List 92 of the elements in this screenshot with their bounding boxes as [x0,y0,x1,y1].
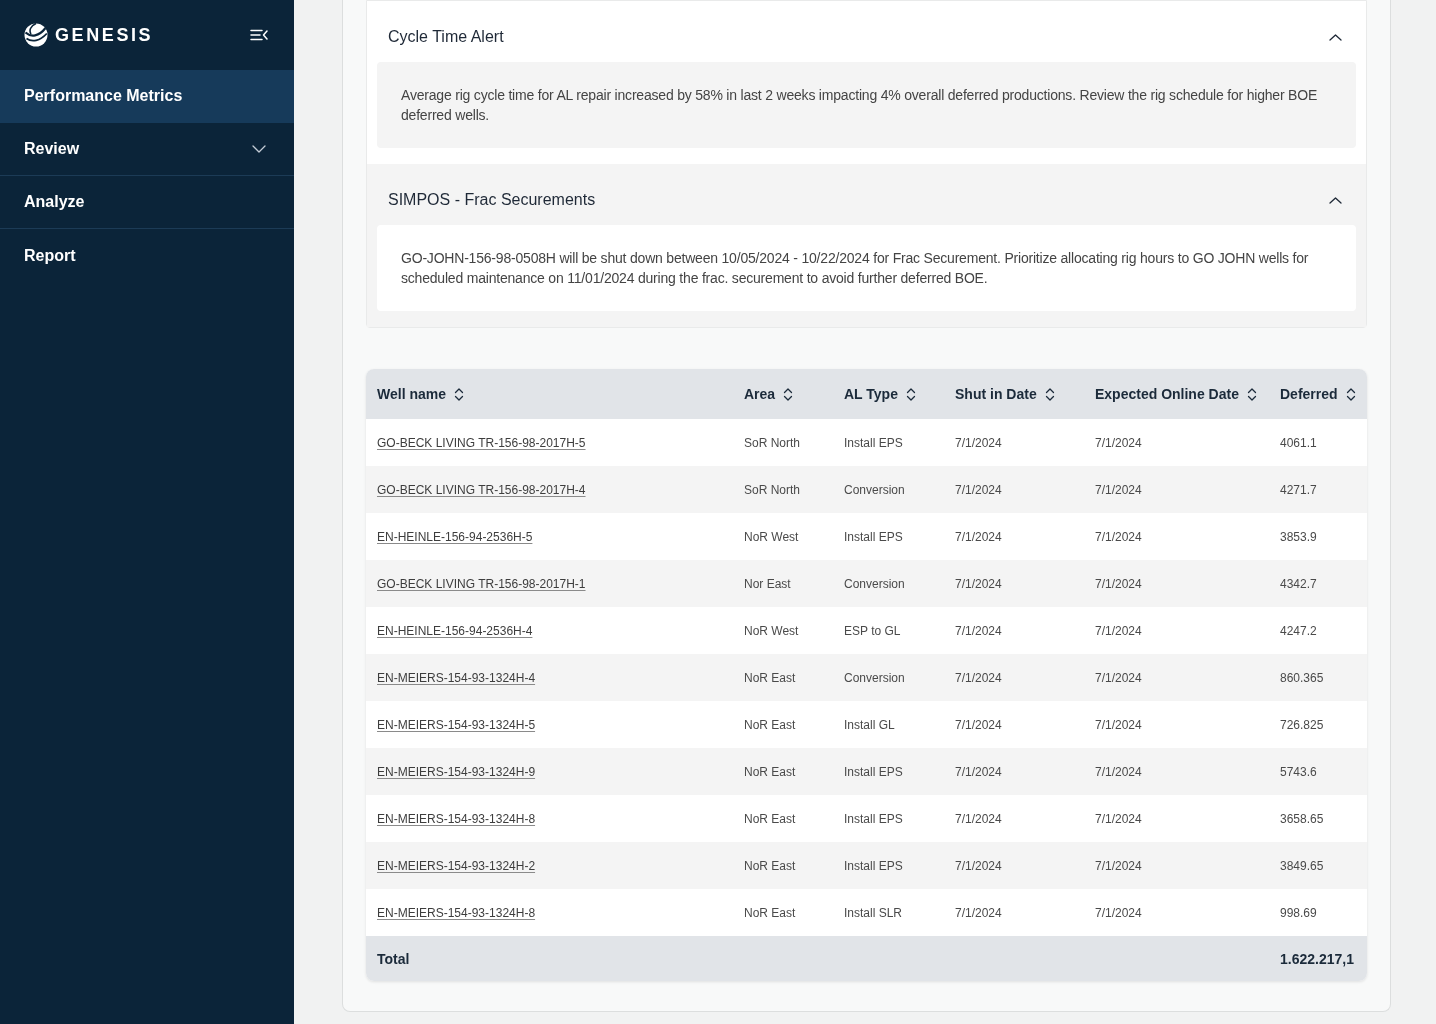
table-cell: Install EPS [844,811,903,826]
accordion-header[interactable]: SIMPOS - Frac Securements [367,164,1366,225]
table-cell: Install EPS [844,858,903,873]
table-cell: 7/1/2024 [955,717,1002,732]
column-header[interactable]: Area [744,386,794,402]
well-name-link[interactable]: EN-HEINLE-156-94-2536H-4 [377,623,533,638]
table-cell: NoR West [744,529,799,544]
total-label: Total [377,950,410,967]
table-cell: 7/1/2024 [955,764,1002,779]
table-cell: Nor East [744,576,791,591]
table-cell: 3853.9 [1280,529,1317,544]
table-cell: Install EPS [844,764,903,779]
table-cell: 7/1/2024 [1095,435,1142,450]
table-cell: 4342.7 [1280,576,1317,591]
well-name-link[interactable]: EN-MEIERS-154-93-1324H-5 [377,717,536,732]
table-cell: Install EPS [844,435,903,450]
table-cell: 7/1/2024 [1095,905,1142,920]
table-cell: NoR East [744,764,796,779]
column-header[interactable]: Expected Online Date [1095,386,1257,402]
table-cell: 7/1/2024 [955,905,1002,920]
brand-name: GENESIS [55,24,154,46]
sidebar-item[interactable]: Report [0,229,294,282]
accordion-header[interactable]: Cycle Time Alert [367,1,1366,62]
well-name-link[interactable]: GO-BECK LIVING TR-156-98-2017H-1 [377,576,586,591]
sort-icon[interactable] [1345,386,1356,402]
sort-icon[interactable] [1246,386,1257,402]
table-cell: 7/1/2024 [1095,811,1142,826]
table-cell: Install EPS [844,529,903,544]
well-name-link[interactable]: GO-BECK LIVING TR-156-98-2017H-5 [377,435,586,450]
table-cell: 7/1/2024 [955,435,1002,450]
chevron-down-icon[interactable] [252,145,266,153]
well-name-link[interactable]: EN-MEIERS-154-93-1324H-4 [377,670,536,685]
column-header[interactable]: Deferred [1280,386,1356,402]
table-cell: 3658.65 [1280,811,1324,826]
table-cell: Conversion [844,576,905,591]
column-header[interactable]: AL Type [844,386,916,402]
table-cell: SoR North [744,435,801,450]
table-cell: 7/1/2024 [955,858,1002,873]
well-name-link[interactable]: EN-MEIERS-154-93-1324H-2 [377,858,536,873]
collapse-menu-icon[interactable] [250,29,268,41]
table-cell: NoR East [744,811,796,826]
well-name-link[interactable]: EN-MEIERS-154-93-1324H-8 [377,905,536,920]
table-cell: 7/1/2024 [1095,764,1142,779]
table-cell: 7/1/2024 [1095,670,1142,685]
table-cell: 7/1/2024 [1095,858,1142,873]
table-cell: 7/1/2024 [955,670,1002,685]
sort-icon[interactable] [905,386,916,402]
table-cell: 860.365 [1280,670,1324,685]
well-name-link[interactable]: EN-MEIERS-154-93-1324H-8 [377,811,536,826]
table-cell: NoR East [744,858,796,873]
table-cell: 7/1/2024 [1095,482,1142,497]
table-cell: NoR East [744,717,796,732]
alert-message: Average rig cycle time for AL repair increased by 58% in last 2 weeks impacting 4% overall deferred productions. Review the rig schedule for higher BOE deferred wells. [377,62,1356,148]
chevron-up-icon[interactable] [1329,196,1342,204]
table-cell: 4247.2 [1280,623,1317,638]
chevron-up-icon[interactable] [1329,33,1342,41]
table-cell: 7/1/2024 [955,482,1002,497]
column-header[interactable]: Shut in Date [955,386,1055,402]
table-cell: NoR West [744,623,799,638]
total-value: 1.622.217,1 [1280,950,1354,967]
table-cell: NoR East [744,905,796,920]
alert-message: GO-JOHN-156-98-0508H will be shut down between 10/05/2024 - 10/22/2024 for Frac Securement. Prioritize allocating rig hours to GO JOHN wells for scheduled maintenance on 11/01/2024 during the frac. securement to avoid further deferred BOE. [377,225,1356,311]
well-name-link[interactable]: EN-HEINLE-156-94-2536H-5 [377,529,533,544]
table-cell: Conversion [844,670,905,685]
table-cell: 7/1/2024 [1095,576,1142,591]
swirl-logo-icon [24,23,48,47]
table-cell: Install SLR [844,905,903,920]
sidebar-item[interactable]: Performance Metrics [0,70,294,123]
table-cell: Conversion [844,482,905,497]
table-cell: 4271.7 [1280,482,1317,497]
table-cell: NoR East [744,670,796,685]
table-cell: 7/1/2024 [955,623,1002,638]
column-header[interactable]: Well name [377,386,464,402]
table-cell: 4061.1 [1280,435,1317,450]
table-cell: 5743.6 [1280,764,1317,779]
table-cell: 3849.65 [1280,858,1324,873]
table-cell: 7/1/2024 [1095,529,1142,544]
sort-icon[interactable] [454,386,464,402]
sort-icon[interactable] [1044,386,1055,402]
table-cell: 998.69 [1280,905,1317,920]
table-cell: 7/1/2024 [1095,717,1142,732]
table-cell: 726.825 [1280,717,1324,732]
table-cell: Install GL [844,717,895,732]
sort-icon[interactable] [783,386,794,402]
table-cell: ESP to GL [844,623,901,638]
table-cell: 7/1/2024 [955,576,1002,591]
table-cell: 7/1/2024 [955,529,1002,544]
table-cell: 7/1/2024 [955,811,1002,826]
table-cell: 7/1/2024 [1095,623,1142,638]
well-name-link[interactable]: EN-MEIERS-154-93-1324H-9 [377,764,536,779]
well-name-link[interactable]: GO-BECK LIVING TR-156-98-2017H-4 [377,482,586,497]
table-cell: SoR North [744,482,801,497]
